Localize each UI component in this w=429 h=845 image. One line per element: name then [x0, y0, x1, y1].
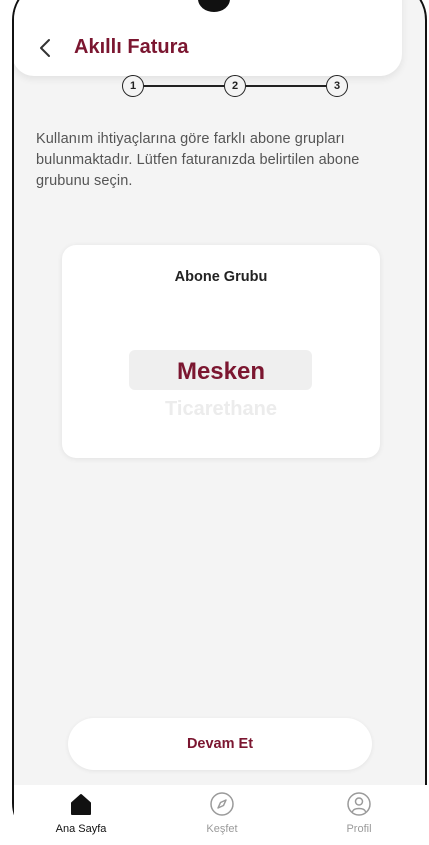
nav-label-profile: Profil	[346, 823, 372, 835]
instruction-text: Kullanım ihtiyaçlarına göre farklı abone…	[36, 131, 360, 189]
picker-title: Abone Grubu	[174, 269, 268, 285]
step-1: 1	[122, 75, 144, 97]
nav-item-profile[interactable]: Profil	[314, 791, 404, 835]
home-icon	[71, 794, 91, 815]
subscriber-group-picker[interactable]: Abone Grubu Mesken Ticarethane	[62, 245, 380, 458]
progress-stepper: 1 2 3	[122, 75, 348, 97]
nav-item-home[interactable]: Ana Sayfa	[36, 791, 126, 835]
step-3: 3	[326, 75, 348, 97]
picker-option-selected[interactable]: Mesken	[62, 358, 380, 386]
nav-item-explore[interactable]: Keşfet	[177, 791, 267, 835]
compass-icon	[210, 792, 234, 816]
continue-button[interactable]: Devam Et	[68, 718, 372, 770]
header-bar: Akıllı Fatura	[14, 0, 402, 76]
chevron-left-icon[interactable]	[34, 36, 58, 60]
page-title: Akıllı Fatura	[74, 36, 189, 58]
bottom-navigation: Ana Sayfa Keşfet Profil	[14, 785, 427, 845]
profile-icon	[347, 792, 371, 816]
picker-option[interactable]: Ticarethane	[62, 398, 380, 421]
nav-label-home: Ana Sayfa	[55, 823, 107, 835]
step-connector	[144, 85, 224, 87]
step-connector	[246, 85, 326, 87]
nav-label-explore: Keşfet	[206, 823, 238, 835]
step-2: 2	[224, 75, 246, 97]
